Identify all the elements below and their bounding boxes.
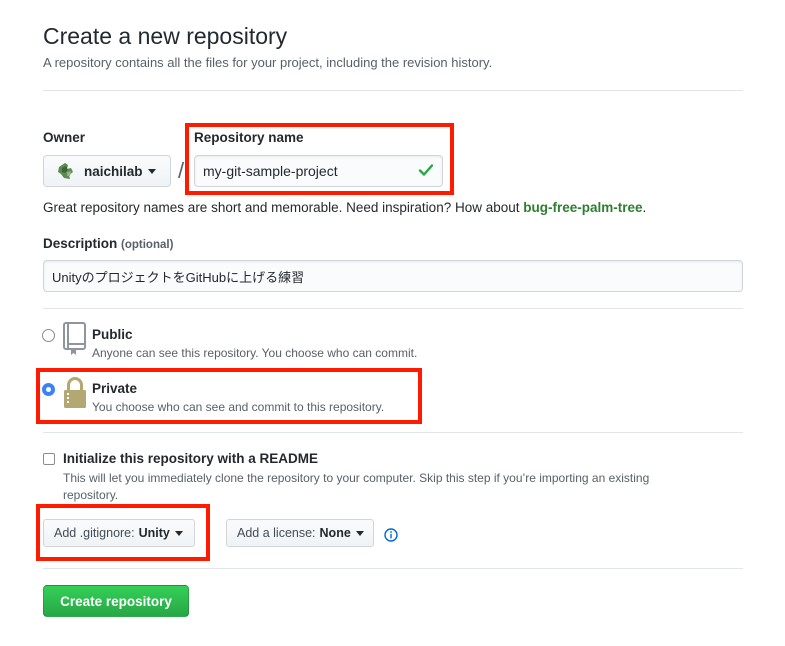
options-divider xyxy=(43,568,743,569)
repository-name-hint: Great repository names are short and mem… xyxy=(43,200,646,216)
hint-end: . xyxy=(642,200,647,215)
page-title: Create a new repository xyxy=(43,23,288,49)
create-repository-button[interactable]: Create repository xyxy=(43,585,189,617)
optional-tag: (optional) xyxy=(121,239,174,251)
owner-select-button[interactable]: naichilab xyxy=(43,155,171,187)
highlight-box-repository-name xyxy=(185,123,454,195)
visibility-divider xyxy=(43,432,743,433)
owner-repo-separator: / xyxy=(178,158,185,183)
description-label: Description (optional) xyxy=(43,235,173,254)
owner-avatar-icon xyxy=(58,163,73,179)
page-subtitle: A repository contains all the files for … xyxy=(43,55,493,70)
highlight-box-private xyxy=(36,368,422,424)
license-select-button[interactable]: Add a license: None xyxy=(226,519,374,547)
readme-option-title: Initialize this repository with a README xyxy=(63,451,319,466)
public-option-desc: Anyone can see this repository. You choo… xyxy=(92,346,418,360)
highlight-box-gitignore xyxy=(36,504,210,561)
readme-option-desc: This will let you immediately clone the … xyxy=(63,471,650,502)
owner-name: naichilab xyxy=(84,163,143,179)
license-value: None xyxy=(319,526,351,540)
readme-checkbox[interactable] xyxy=(43,453,55,465)
info-icon[interactable] xyxy=(384,528,398,542)
repo-book-icon xyxy=(63,322,86,355)
chevron-down-icon xyxy=(147,168,156,174)
public-radio[interactable] xyxy=(42,329,55,342)
header-divider xyxy=(43,90,743,91)
public-option-title: Public xyxy=(92,327,133,342)
hint-text: Great repository names are short and mem… xyxy=(43,200,524,215)
chevron-down-icon xyxy=(355,530,364,536)
name-suggestion-link[interactable]: bug-free-palm-tree xyxy=(523,200,642,215)
license-label: Add a license: xyxy=(237,526,316,540)
description-input[interactable]: UnityのプロジェクトをGitHubに上げる練習 xyxy=(43,260,743,292)
description-divider xyxy=(43,308,743,309)
description-label-text: Description xyxy=(43,236,118,251)
owner-label: Owner xyxy=(43,130,86,145)
